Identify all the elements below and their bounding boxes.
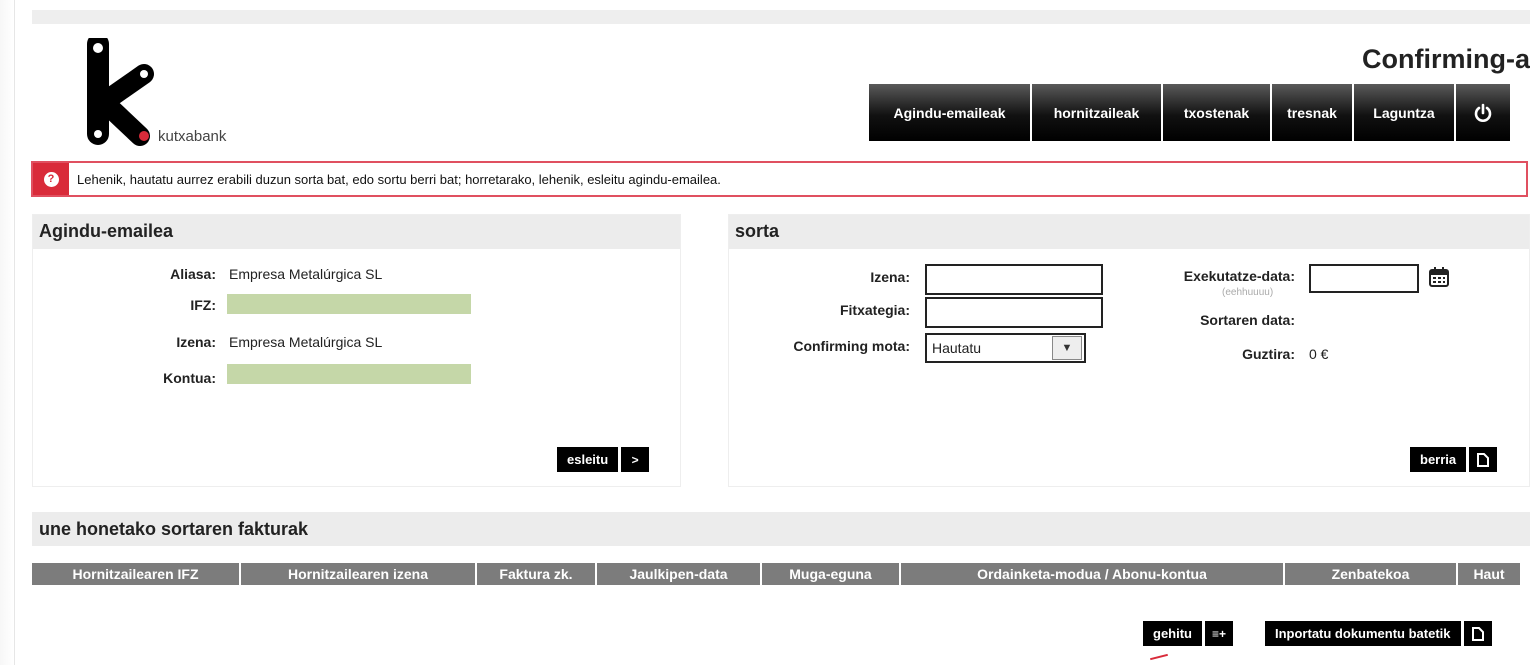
- add-list-icon: ≡+: [1205, 621, 1233, 646]
- exec-date-hint: (eehhuuuu): [1222, 287, 1274, 298]
- kutxabank-logo[interactable]: [82, 38, 162, 148]
- column-header[interactable]: Hornitzailearen IFZ: [32, 563, 241, 585]
- column-header[interactable]: Faktura zk.: [477, 563, 597, 585]
- nav-item-suppliers[interactable]: hornitzaileak: [1032, 84, 1163, 141]
- add-invoice-button[interactable]: gehitu ≡+: [1143, 621, 1233, 646]
- document-icon: [1469, 447, 1498, 472]
- import-document-button[interactable]: Inportatu dokumentu batetik: [1265, 621, 1492, 646]
- new-batch-button-label: berria: [1410, 447, 1467, 472]
- nav-item-help[interactable]: Laguntza: [1354, 84, 1456, 141]
- file-label: Fitxategia:: [839, 302, 910, 318]
- confirming-type-label: Confirming mota:: [793, 338, 910, 354]
- brand-name: kutxabank: [158, 128, 227, 145]
- app-title: Confirming-a: [1362, 44, 1530, 74]
- column-header[interactable]: Zenbatekoa: [1285, 563, 1458, 585]
- column-header[interactable]: Muga-eguna: [762, 563, 901, 585]
- ordering-party-title: Agindu-emailea: [33, 215, 680, 249]
- batch-name-input[interactable]: [925, 264, 1103, 295]
- add-invoice-button-label: gehitu: [1143, 621, 1202, 646]
- left-edge-shade: [0, 0, 15, 665]
- nav-item-reports[interactable]: txostenak: [1163, 84, 1272, 141]
- assign-button-label: esleitu: [557, 447, 619, 472]
- logout-button[interactable]: [1456, 84, 1510, 141]
- info-alert: ? Lehenik, hautatu aurrez erabili duzun …: [31, 161, 1528, 197]
- cursor-mark: [1150, 653, 1168, 661]
- batch-date-label: Sortaren data:: [1200, 312, 1295, 328]
- confirming-type-value: Hautatu: [932, 340, 982, 356]
- batch-name-label: Izena:: [870, 269, 910, 285]
- column-header[interactable]: Ordainketa-modua / Abonu-kontua: [901, 563, 1285, 585]
- account-label: Kontua:: [163, 370, 216, 386]
- chevron-down-icon: ▼: [1052, 336, 1082, 360]
- import-document-button-label: Inportatu dokumentu batetik: [1265, 621, 1461, 646]
- assign-button[interactable]: esleitu >: [557, 447, 650, 472]
- total-label: Guztira:: [1242, 346, 1295, 362]
- confirming-type-select[interactable]: Hautatu ▼: [925, 333, 1086, 363]
- document-icon: [1463, 621, 1492, 646]
- total-value: 0 €: [1309, 346, 1329, 362]
- name-value: Empresa Metalúrgica SL: [229, 334, 383, 350]
- account-value-redacted: [227, 364, 471, 384]
- column-header[interactable]: Hornitzailearen izena: [241, 563, 477, 585]
- nav-item-ordering-parties[interactable]: Agindu-emaileak: [869, 84, 1032, 141]
- name-label: Izena:: [176, 334, 216, 350]
- main-nav: Agindu-emaileak hornitzaileak txostenak …: [869, 84, 1510, 141]
- calendar-icon[interactable]: [1428, 266, 1450, 288]
- exec-date-input[interactable]: [1309, 264, 1419, 293]
- power-icon: [1474, 103, 1492, 122]
- file-input[interactable]: [925, 297, 1103, 328]
- invoices-section-title: une honetako sortaren fakturak: [32, 512, 1530, 546]
- nav-item-tools[interactable]: tresnak: [1272, 84, 1354, 141]
- column-header[interactable]: Jaulkipen-data: [597, 563, 762, 585]
- column-header[interactable]: Haut: [1458, 563, 1522, 585]
- alert-icon-box: ?: [33, 163, 69, 195]
- batch-title: sorta: [729, 215, 1529, 249]
- alias-label: Aliasa:: [170, 266, 216, 282]
- ifz-value-redacted: [227, 294, 471, 314]
- exec-date-label: Exekutatze-data:: [1183, 268, 1295, 284]
- alert-message: Lehenik, hautatu aurrez erabili duzun so…: [77, 171, 721, 187]
- top-bar: [32, 10, 1530, 24]
- question-icon: ?: [43, 171, 59, 187]
- new-batch-button[interactable]: berria: [1410, 447, 1498, 472]
- alias-value: Empresa Metalúrgica SL: [229, 266, 383, 282]
- invoices-table-header: Hornitzailearen IFZ Hornitzailearen izen…: [32, 563, 1530, 585]
- chevron-right-icon: >: [621, 447, 650, 472]
- ifz-label: IFZ:: [190, 297, 216, 313]
